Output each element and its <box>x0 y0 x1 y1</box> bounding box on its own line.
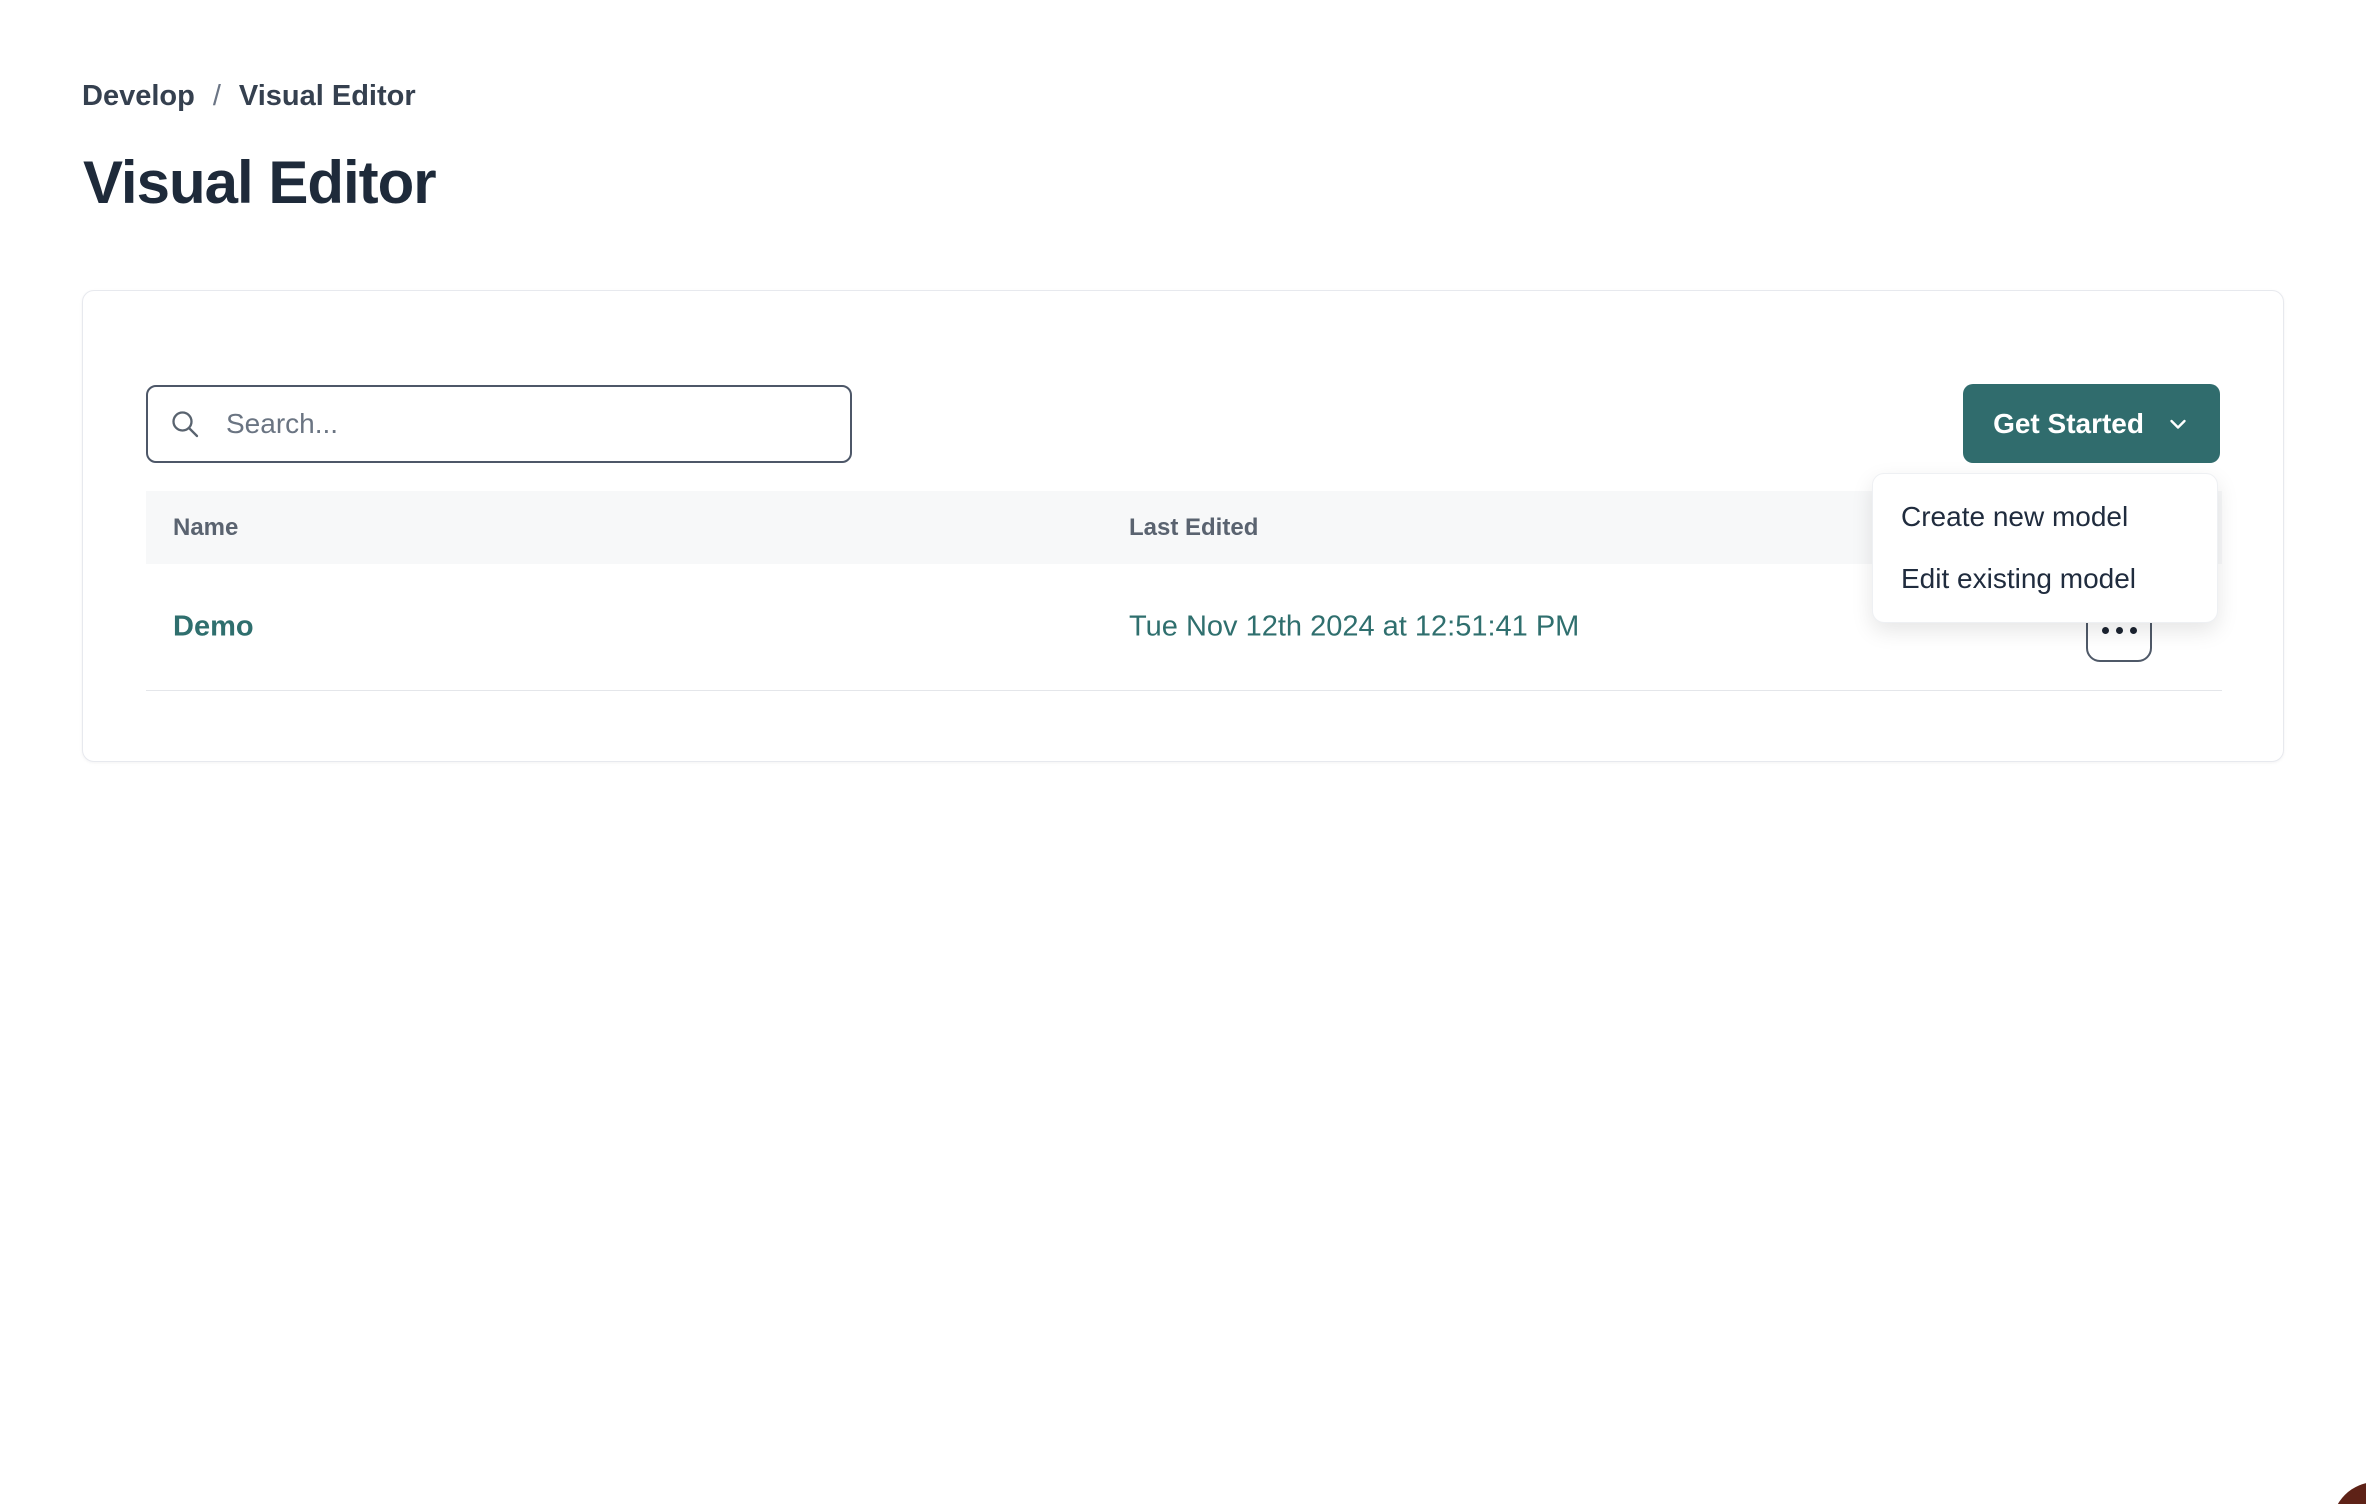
search-box <box>146 385 852 463</box>
search-input[interactable] <box>146 385 852 463</box>
column-header-name: Name <box>173 514 238 542</box>
floating-corner-button[interactable] <box>2332 1482 2366 1504</box>
visual-editor-page: Develop / Visual Editor Visual Editor Ge… <box>0 0 2366 1504</box>
chevron-down-icon <box>2166 412 2190 436</box>
ellipsis-icon <box>2102 627 2137 634</box>
menu-item-edit-existing-model[interactable]: Edit existing model <box>1873 548 2217 610</box>
get-started-button[interactable]: Get Started <box>1963 384 2220 463</box>
breadcrumb: Develop / Visual Editor <box>82 80 416 113</box>
breadcrumb-separator: / <box>213 80 221 113</box>
breadcrumb-item-develop[interactable]: Develop <box>82 80 195 113</box>
get-started-dropdown-menu: Create new model Edit existing model <box>1872 473 2218 623</box>
breadcrumb-item-visual-editor: Visual Editor <box>239 80 416 113</box>
column-header-last-edited: Last Edited <box>1129 514 1258 542</box>
page-title: Visual Editor <box>83 148 436 217</box>
get-started-label: Get Started <box>1993 408 2144 440</box>
menu-item-create-new-model[interactable]: Create new model <box>1873 486 2217 548</box>
last-edited-value: Tue Nov 12th 2024 at 12:51:41 PM <box>1129 611 1579 644</box>
model-link-demo[interactable]: Demo <box>173 611 254 644</box>
